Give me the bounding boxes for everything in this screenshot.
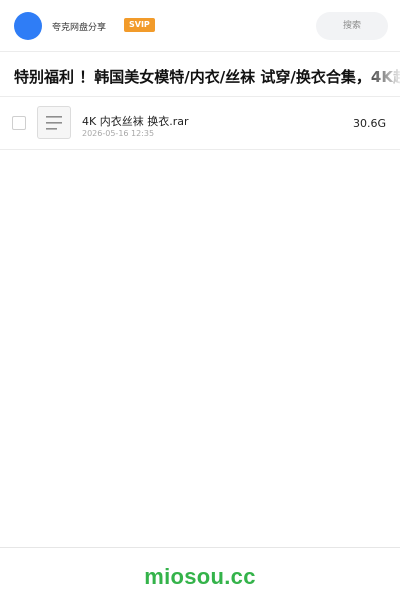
table-row[interactable]: 4K 内衣丝袜 换衣.rar 2026-05-16 12:35 30.6G	[0, 97, 400, 150]
file-size: 30.6G	[352, 117, 386, 130]
svip-badge: SVIP	[124, 18, 155, 32]
share-page: 夸克网盘分享 SVIP 搜索 特别福利 ！韩国美女模特/内衣/丝袜 试穿/换衣合…	[0, 0, 400, 600]
file-doc-icon	[37, 106, 71, 139]
page-title: 特别福利 ！韩国美女模特/内衣/丝袜 试穿/换衣合集，4K超清	[14, 68, 400, 86]
file-date: 2026-05-16 12:35	[82, 129, 155, 138]
search-input[interactable]: 搜索	[316, 12, 388, 40]
footer: miosou.cc	[0, 547, 400, 600]
brand-link[interactable]: miosou.cc	[0, 564, 400, 590]
header: 夸克网盘分享 SVIP 搜索	[0, 0, 400, 52]
app-name: 夸克网盘分享	[52, 23, 107, 33]
lines-icon	[46, 116, 62, 130]
avatar[interactable]	[14, 12, 42, 40]
file-name[interactable]: 4K 内衣丝袜 换衣.rar	[82, 113, 189, 129]
title-bar: 特别福利 ！韩国美女模特/内衣/丝袜 试穿/换衣合集，4K超清	[0, 52, 400, 97]
file-checkbox[interactable]	[12, 116, 26, 130]
